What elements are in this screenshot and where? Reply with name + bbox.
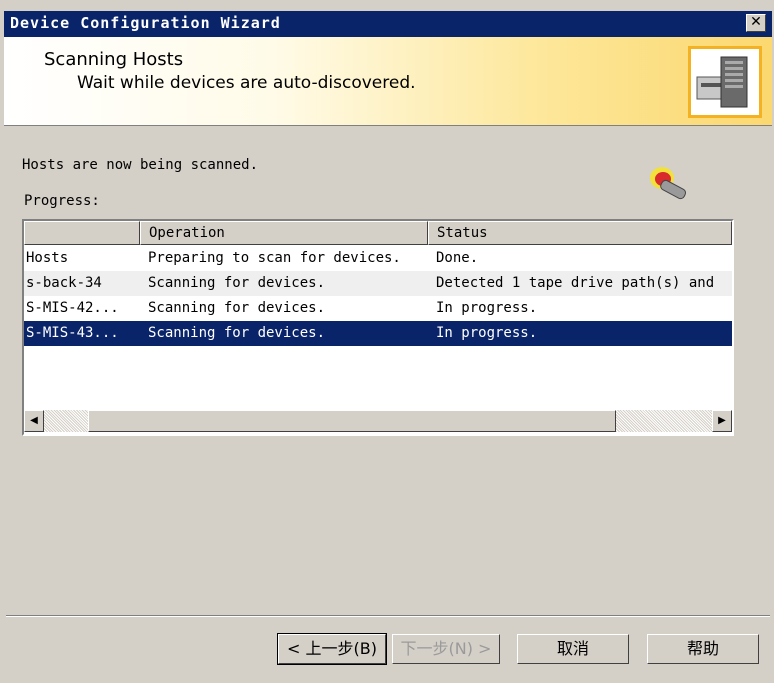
host-cell: S-MIS-43... [26, 325, 119, 341]
scan-probe-icon [646, 163, 698, 203]
cancel-button[interactable]: 取消 [517, 634, 629, 664]
hosts-list-view[interactable]: Operation Status Hosts Preparing to scan… [22, 219, 734, 436]
status-cell: In progress. [436, 325, 538, 341]
operation-cell: Scanning for devices. [148, 300, 326, 316]
scan-status-text: Hosts are now being scanned. [22, 157, 259, 173]
server-tape-icon [688, 46, 762, 118]
help-button[interactable]: 帮助 [647, 634, 759, 664]
scroll-thumb[interactable] [88, 410, 616, 432]
column-header-host[interactable] [24, 221, 140, 245]
table-row[interactable]: s-back-34 Scanning for devices. Detected… [24, 271, 732, 296]
table-row[interactable]: S-MIS-42... Scanning for devices. In pro… [24, 296, 732, 321]
table-row-selected[interactable]: S-MIS-43... Scanning for devices. In pro… [24, 321, 732, 346]
header-title: Scanning Hosts [44, 49, 184, 70]
button-separator [6, 615, 770, 617]
progress-label: Progress: [24, 193, 100, 209]
status-cell: Detected 1 tape drive path(s) and [436, 275, 715, 291]
host-cell: S-MIS-42... [26, 300, 119, 316]
scroll-track-right[interactable] [616, 410, 712, 432]
host-cell: Hosts [26, 250, 69, 266]
status-cell: In progress. [436, 300, 538, 316]
window-title: Device Configuration Wizard [10, 14, 281, 32]
list-header: Operation Status [24, 221, 732, 245]
wizard-header: Scanning Hosts Wait while devices are au… [4, 37, 772, 126]
table-row[interactable]: Hosts Preparing to scan for devices. Don… [24, 246, 732, 271]
column-header-status[interactable]: Status [428, 221, 732, 245]
scroll-left-button[interactable]: ◀ [24, 410, 44, 432]
status-cell: Done. [436, 250, 479, 266]
next-button[interactable]: 下一步(N) > [392, 634, 500, 664]
title-bar[interactable]: Device Configuration Wizard ✕ [4, 11, 772, 37]
close-button[interactable]: ✕ [746, 14, 766, 32]
host-cell: s-back-34 [26, 275, 102, 291]
back-button[interactable]: < 上一步(B) [277, 633, 387, 665]
operation-cell: Scanning for devices. [148, 325, 326, 341]
scroll-right-button[interactable]: ▶ [712, 410, 732, 432]
operation-cell: Scanning for devices. [148, 275, 326, 291]
horizontal-scrollbar[interactable]: ◀ ▶ [24, 410, 732, 432]
column-header-operation[interactable]: Operation [140, 221, 428, 245]
header-subtitle: Wait while devices are auto-discovered. [77, 73, 416, 93]
operation-cell: Preparing to scan for devices. [148, 250, 401, 266]
wizard-window: Device Configuration Wizard ✕ Scanning H… [0, 0, 774, 683]
scroll-track-left[interactable] [44, 410, 88, 432]
